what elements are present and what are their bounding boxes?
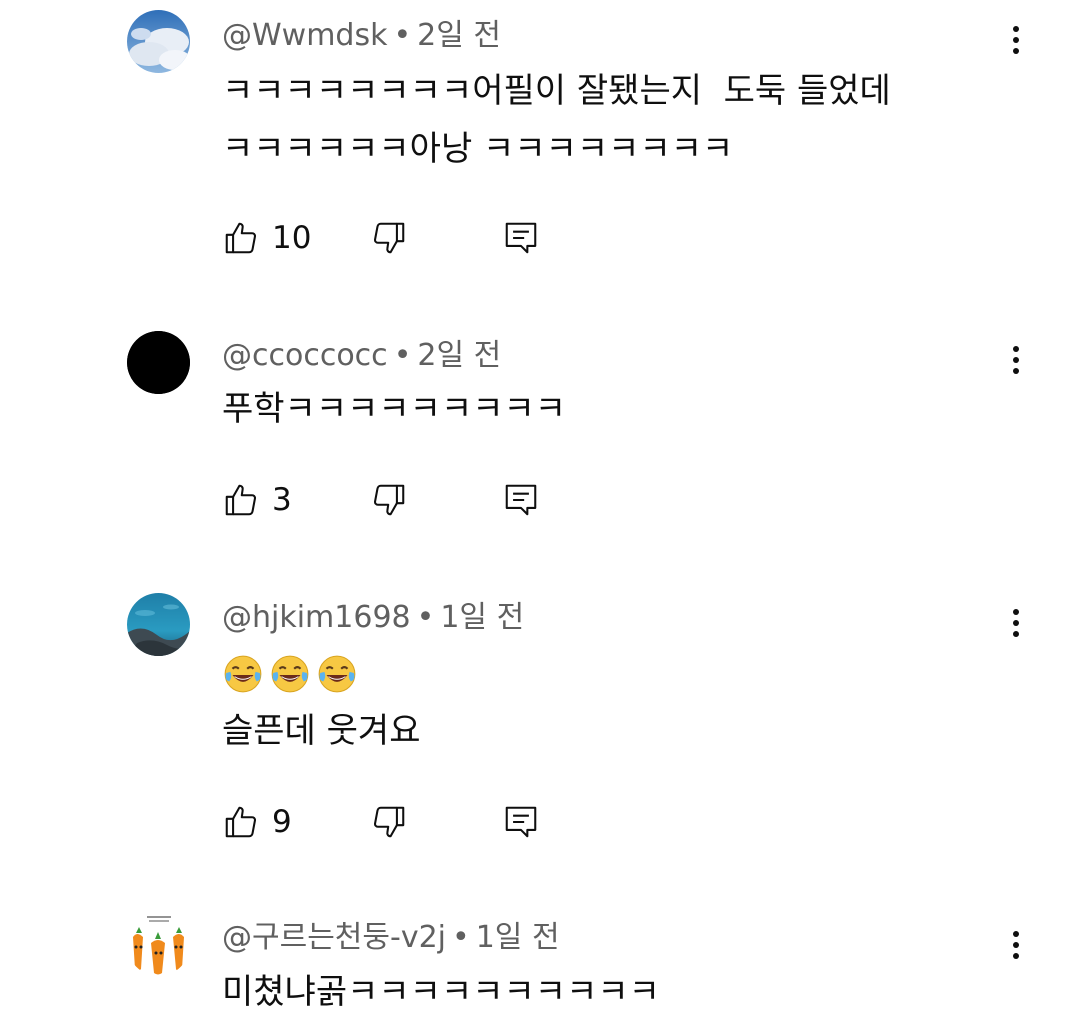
thumbs-down-icon <box>373 806 405 838</box>
comment-timestamp[interactable]: 2일 전 <box>417 18 501 53</box>
avatar[interactable] <box>127 10 190 73</box>
comment-text-line: 미쳤냐곩ㅋㅋㅋㅋㅋㅋㅋㅋㅋㅋ <box>222 972 660 1012</box>
like-button[interactable]: 3 <box>222 478 292 522</box>
black-circle-avatar-image <box>127 331 190 394</box>
avatar[interactable] <box>127 331 190 394</box>
thumbs-up-icon <box>225 222 257 254</box>
face-with-tears-of-joy-icon <box>318 655 356 693</box>
comment-meta: @hjkim1698 • 1일 전 <box>222 598 524 638</box>
avatar[interactable] <box>127 913 190 976</box>
meta-separator: • <box>416 600 435 635</box>
dislike-button[interactable] <box>370 478 408 522</box>
comment-timestamp[interactable]: 1일 전 <box>440 600 524 635</box>
avatar[interactable] <box>127 593 190 656</box>
more-vert-icon[interactable] <box>996 925 1036 965</box>
like-count: 3 <box>272 482 292 518</box>
comment-actions: 3 <box>222 478 552 522</box>
sky-clouds-avatar-image <box>127 10 190 73</box>
comment-actions: 10 <box>222 216 552 260</box>
reply-comment-icon <box>505 222 537 254</box>
like-count: 10 <box>272 220 312 256</box>
reply-comment-icon <box>505 806 537 838</box>
comment-meta: @구르는천둥-v2j • 1일 전 <box>222 918 560 958</box>
comment-meta: @Wwmdsk • 2일 전 <box>222 16 501 56</box>
face-with-tears-of-joy-icon <box>224 655 262 693</box>
meta-separator: • <box>393 18 412 53</box>
comment-text-line: ㅋㅋㅋㅋㅋㅋ아낭 ㅋㅋㅋㅋㅋㅋㅋㅋ <box>222 129 734 169</box>
comment-text-line: ㅋㅋㅋㅋㅋㅋㅋㅋ어필이 잘됐는지 도둑 들었데 <box>222 71 891 111</box>
comment-timestamp[interactable]: 2일 전 <box>417 338 501 373</box>
comment-meta: @ccoccocc • 2일 전 <box>222 336 501 376</box>
thumbs-down-icon <box>373 222 405 254</box>
like-button[interactable]: 10 <box>222 216 311 260</box>
dislike-button[interactable] <box>370 216 408 260</box>
reply-comment-icon <box>505 484 537 516</box>
carrot-characters-avatar-image <box>127 913 190 976</box>
reply-button[interactable] <box>502 478 540 522</box>
emoji-row <box>222 653 363 703</box>
author-handle[interactable]: @ccoccocc <box>222 338 388 373</box>
more-vert-icon[interactable] <box>996 340 1036 380</box>
author-handle[interactable]: @Wwmdsk <box>222 18 387 53</box>
like-button[interactable]: 9 <box>222 800 292 844</box>
meta-separator: • <box>452 920 470 955</box>
comment-text-line: 슬픈데 웃겨요 <box>222 711 421 751</box>
reply-button[interactable] <box>502 800 540 844</box>
comment-actions: 9 <box>222 800 552 844</box>
comment-text-line: 푸학ㅋㅋㅋㅋㅋㅋㅋㅋㅋ <box>222 389 567 429</box>
thumbs-up-icon <box>225 484 257 516</box>
more-vert-icon[interactable] <box>996 20 1036 60</box>
face-with-tears-of-joy-icon <box>271 655 309 693</box>
thumbs-up-icon <box>225 806 257 838</box>
author-handle[interactable]: @hjkim1698 <box>222 600 411 635</box>
like-count: 9 <box>272 804 292 840</box>
author-handle[interactable]: @구르는천둥-v2j <box>222 920 446 955</box>
dislike-button[interactable] <box>370 800 408 844</box>
comment-timestamp[interactable]: 1일 전 <box>476 920 560 955</box>
more-vert-icon[interactable] <box>996 603 1036 643</box>
sea-rocks-avatar-image <box>127 593 190 656</box>
reply-button[interactable] <box>502 216 540 260</box>
meta-separator: • <box>393 338 412 373</box>
thumbs-down-icon <box>373 484 405 516</box>
